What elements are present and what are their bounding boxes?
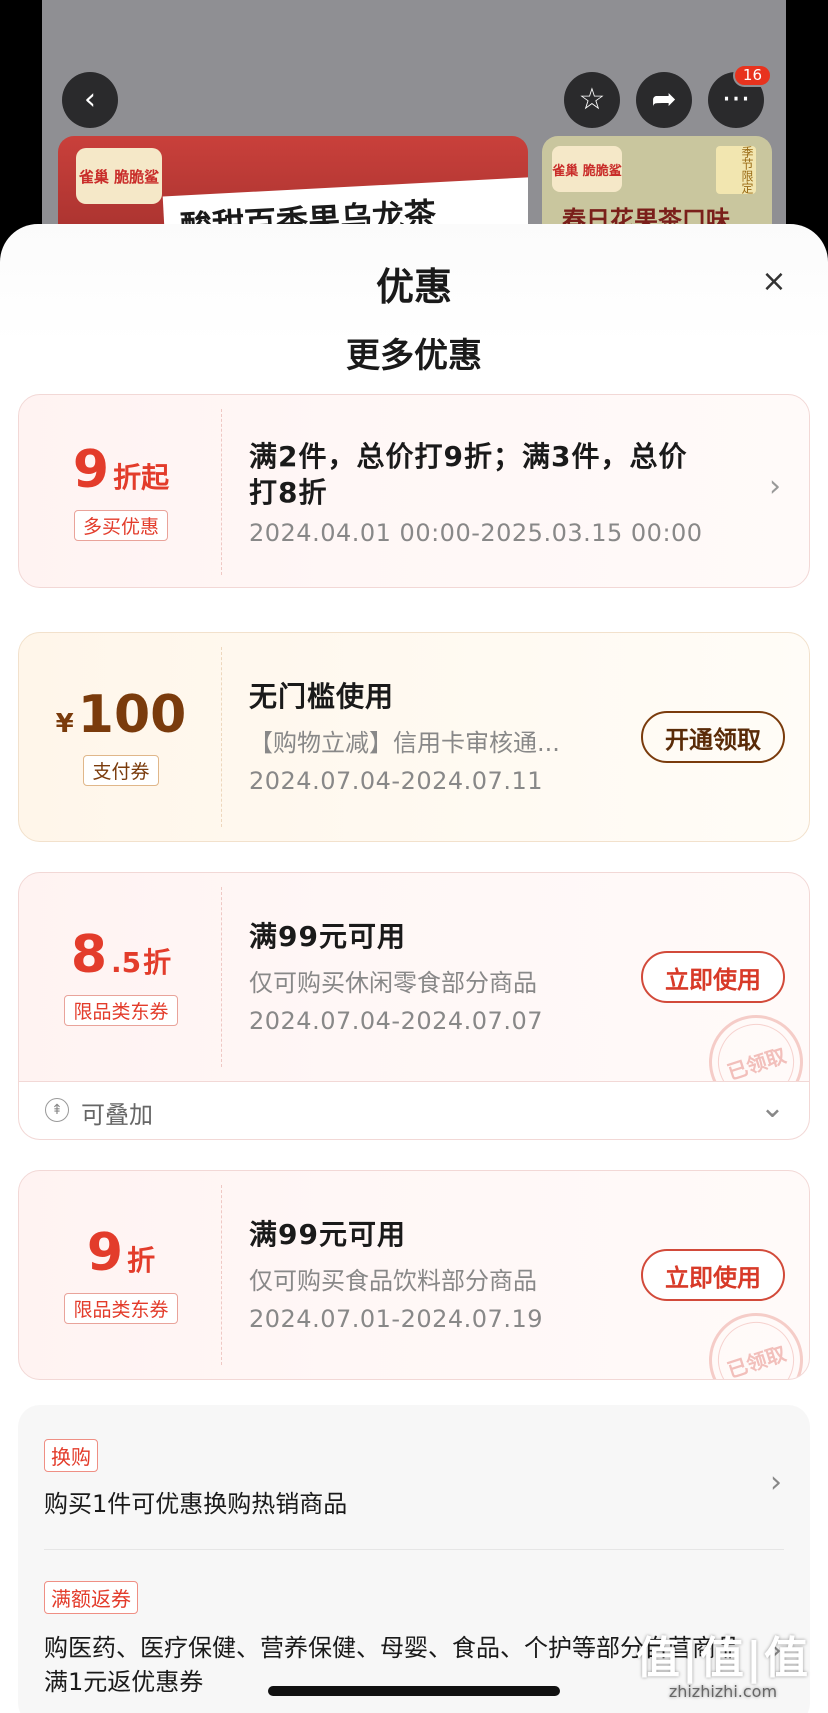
coupon-amount: 9折 [86, 1222, 156, 1283]
brand-logo: 雀巢 脆脆鲨 [76, 148, 162, 204]
coupon-card-food-drinks[interactable]: 9折 限品类东券 满99元可用 仅可购买食品饮料部分商品 2024.07.01-… [18, 1170, 810, 1380]
coupon-title-line1: 满2件，总价打9折；满3件，总价 [249, 440, 688, 473]
coupon-date: 2024.07.04-2024.07.11 [249, 767, 543, 795]
star-icon: ☆ [578, 82, 606, 117]
dashed-divider [221, 887, 222, 1067]
coupon-desc: 【购物立减】信用卡审核通... [249, 729, 560, 757]
coupon-amount: 9 折起 [72, 439, 170, 500]
claimed-stamp: 已领取 [696, 1002, 809, 1081]
back-button[interactable]: ‹ [62, 72, 118, 128]
coupon-type-tag: 支付券 [83, 754, 159, 786]
brand-logo: 雀巢 脆脆鲨 [552, 146, 622, 192]
coupon-title: 满99元可用 [249, 1218, 406, 1251]
divider [44, 1549, 784, 1550]
coupon-amount: ¥100 [55, 684, 187, 745]
coupon-card-snacks[interactable]: 8.5 折 限品类东券 满99元可用 仅可购买休闲零食部分商品 2024.07.0… [18, 872, 810, 1082]
chevron-left-icon: ‹ [84, 82, 96, 117]
stackable-row[interactable]: ⇞ 可叠加 ⌄ [18, 1082, 810, 1140]
section-title: 更多优惠 [346, 336, 482, 376]
dashed-divider [221, 647, 222, 827]
share-arrow-icon: ➦ [651, 82, 677, 117]
home-indicator [268, 1686, 560, 1696]
stackable-label: 可叠加 [81, 1101, 153, 1129]
close-icon: × [761, 264, 787, 299]
dashed-divider [221, 409, 222, 575]
coupon-type-tag: 限品类东券 [64, 994, 178, 1026]
chevron-right-icon[interactable]: › [769, 469, 781, 504]
coupon-title: 无门槛使用 [249, 680, 395, 713]
coupon-type-tag: 限品类东券 [64, 1292, 178, 1324]
promo-text-exchange[interactable]: 购买1件可优惠换购热销商品 [44, 1487, 740, 1521]
coupon-desc: 仅可购买食品饮料部分商品 [249, 1267, 537, 1295]
more-button[interactable]: ··· 16 [708, 64, 772, 128]
use-now-button[interactable]: 立即使用 [641, 1249, 785, 1301]
activate-claim-button[interactable]: 开通领取 [641, 711, 785, 763]
coupon-title-line2: 打8折 [249, 476, 328, 509]
close-button[interactable]: × [760, 267, 788, 297]
coupon-amount: 8.5 折 [70, 924, 172, 985]
coupon-card-multibuy[interactable]: 9 折起 多买优惠 满2件，总价打9折；满3件，总价 打8折 2024.04.01… [18, 394, 810, 588]
coupon-date: 2024.04.01 00:00-2025.03.15 00:00 [249, 519, 703, 547]
promo-tag-rebate: 满额返券 [44, 1581, 138, 1614]
watermark-logo: 值|值|值 [635, 1633, 810, 1684]
dashed-divider [221, 1185, 222, 1365]
coupon-title: 满99元可用 [249, 920, 406, 953]
chevron-right-icon[interactable]: › [770, 1465, 782, 1500]
stack-icon: ⇞ [45, 1098, 69, 1122]
coupon-desc: 仅可购买休闲零食部分商品 [249, 969, 537, 997]
notification-badge: 16 [732, 64, 772, 87]
coupon-card-payment[interactable]: ¥100 支付券 无门槛使用 【购物立减】信用卡审核通... 2024.07.0… [18, 632, 810, 842]
use-now-button[interactable]: 立即使用 [641, 951, 785, 1003]
season-tag: 季节限定 [716, 146, 756, 194]
chevron-down-icon[interactable]: ⌄ [760, 1090, 785, 1125]
discount-sheet: 优惠 × 更多优惠 9 折起 多买优惠 满2件，总价打9折；满3件，总价 打8折 … [0, 224, 828, 1713]
watermark: 值|值|值 zhizhizhi.com [636, 1622, 810, 1701]
claimed-stamp: 已领取 [696, 1300, 809, 1379]
promo-tag-exchange: 换购 [44, 1439, 98, 1472]
coupon-date: 2024.07.01-2024.07.19 [249, 1305, 543, 1333]
share-button[interactable]: ➦ [636, 72, 692, 128]
favorite-button[interactable]: ☆ [564, 72, 620, 128]
coupon-type-tag: 多买优惠 [73, 509, 168, 541]
coupon-date: 2024.07.04-2024.07.07 [249, 1007, 543, 1035]
more-dots-icon: ··· [721, 82, 751, 117]
sheet-title: 优惠 [375, 265, 452, 309]
